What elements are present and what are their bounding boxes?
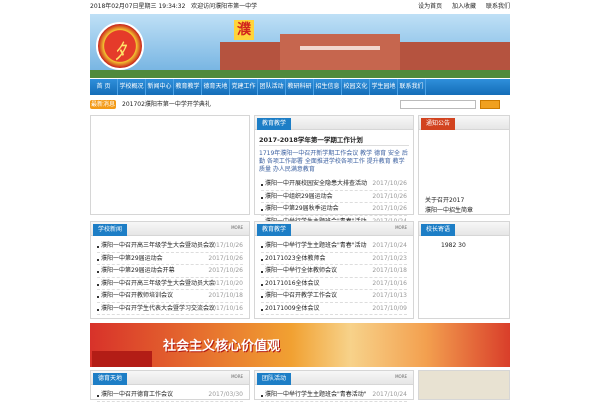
nav-item-moral[interactable]: 德育天地: [202, 79, 230, 95]
list-item[interactable]: 濮阳一中第29届秋季运动会 2017/10/26: [261, 203, 407, 216]
header-banner: ﾀ 濮: [90, 14, 510, 78]
list-item[interactable]: 濮阳一中举行全体教师会议 2017/10/18: [261, 265, 407, 278]
search-button[interactable]: [480, 100, 500, 109]
news-panel-3: 德育天地 MORE 濮阳一中召开德育工作会议 2017/03/30: [90, 370, 250, 402]
news1-tab[interactable]: 学校新闻: [93, 224, 128, 236]
list-item[interactable]: 濮阳一中召开学生代表大会暨学习交流会议 2017/10/16: [97, 303, 243, 315]
ticker-label: 最新消息: [90, 100, 116, 109]
search-input[interactable]: [400, 100, 476, 109]
nav-item-home[interactable]: 首 页: [90, 79, 118, 95]
ticker-text[interactable]: 201702濮阳市第一中学开学典礼: [122, 100, 211, 110]
side2-head: 校长寄语: [419, 222, 509, 236]
list-item[interactable]: 20171009全体会议 2017/10/09: [261, 303, 407, 315]
add-favorite-link[interactable]: 加入收藏: [452, 3, 476, 10]
list-item[interactable]: 濮阳一中组织29届运动会 2017/10/26: [261, 191, 407, 203]
lawn: [90, 70, 510, 78]
news2-list: 濮阳一中举行学生主题班会"青春"活动 2017/10/24 20171023全体教…: [255, 236, 413, 315]
list-item[interactable]: 濮阳一中举行学生主题班会"青春"活动2017/10/24: [261, 240, 407, 253]
slogan-text: 社会主义核心价值观: [163, 339, 281, 354]
certificate-image[interactable]: [418, 370, 510, 400]
news-panel-1: 学校新闻 MORE 濮阳一中召开高三年级学生大会暨动员会议 2017/10/26 濮…: [90, 221, 250, 319]
principal-text: 1982 30: [441, 242, 466, 249]
list-item[interactable]: 20171016全体会议 2017/10/16: [261, 278, 407, 290]
notice-item[interactable]: 濮阳一中招生简章: [425, 206, 473, 216]
slogan-banner[interactable]: 社会主义核心价值观: [90, 323, 510, 367]
photo-slider[interactable]: [90, 115, 250, 215]
feature-summary: 1719年濮阳一中召开新学期工作会议 教学 德育 安全 后勤 各项工作部署 全面…: [259, 150, 408, 173]
news-panel-2: 教育教学 MORE 濮阳一中举行学生主题班会"青春"活动 2017/10/24 20…: [254, 221, 414, 319]
list-item[interactable]: 濮阳一中开展校园安全隐患大排查活动 2017/10/26: [261, 178, 407, 191]
nav-item-teaching[interactable]: 教育教学: [174, 79, 202, 95]
news-panel-4: 团队活动 MORE 濮阳一中举行学生主题班会"青春活动" 2017/10/24: [254, 370, 414, 402]
notice-item[interactable]: 关于召开2017: [425, 196, 473, 206]
news4-more[interactable]: MORE: [395, 374, 407, 379]
news1-head: 学校新闻 MORE: [91, 222, 249, 236]
list-item[interactable]: 濮阳一中召开教学工作会议 2017/10/13: [261, 290, 407, 303]
news4-list: 濮阳一中举行学生主题班会"青春活动" 2017/10/24: [255, 385, 413, 402]
main-nav: 首 页 学校概况 新闻中心 教育教学 德育天地 党建工作 团队活动 教研科研 招…: [90, 79, 510, 95]
top-bar: 2018年02月07日星期三 19:34:32 欢迎访问濮阳市第一中学 设为首页…: [90, 2, 510, 12]
set-homepage-link[interactable]: 设为首页: [418, 3, 442, 10]
list-item[interactable]: 濮阳一中召开教师培训会议 2017/10/18: [97, 290, 243, 303]
news3-tab[interactable]: 德育天地: [93, 373, 128, 385]
notice-list: 关于召开2017 濮阳一中招生简章: [425, 196, 473, 216]
notice-panel: 通知公告 关于召开2017 濮阳一中招生简章: [418, 115, 510, 215]
feature-lead: 2017-2018学年第一学期工作计划 1719年濮阳一中召开新学期工作会议 教…: [255, 130, 413, 178]
news1-list: 濮阳一中召开高三年级学生大会暨动员会议 2017/10/26 濮阳一中第29届运动…: [91, 236, 249, 315]
news1-more[interactable]: MORE: [231, 225, 243, 230]
principal-panel: 校长寄语 1982 30: [418, 221, 510, 319]
news2-head: 教育教学 MORE: [255, 222, 413, 236]
list-item[interactable]: 濮阳一中第29届运动会开幕 2017/10/26: [97, 265, 243, 278]
news-ticker: 最新消息 201702濮阳市第一中学开学典礼: [90, 99, 510, 111]
list-item[interactable]: 濮阳一中召开高三年级学生大会暨动员会议 2017/10/26: [97, 240, 243, 253]
notice-head: 通知公告: [419, 116, 509, 130]
nav-item-contact[interactable]: 联系我们: [398, 79, 426, 95]
notice-tab[interactable]: 通知公告: [421, 118, 456, 130]
feature-title[interactable]: 2017-2018学年第一学期工作计划: [259, 134, 409, 146]
news3-head: 德育天地 MORE: [91, 371, 249, 385]
news3-more[interactable]: MORE: [231, 374, 243, 379]
tiananmen-image: [92, 351, 152, 367]
slider-image: [91, 116, 249, 214]
nav-item-overview[interactable]: 学校概况: [118, 79, 146, 95]
nav-item-students[interactable]: 学生园地: [370, 79, 398, 95]
top-links: 设为首页 加入收藏 联系我们: [410, 2, 510, 12]
news4-tab[interactable]: 团队活动: [257, 373, 292, 385]
nav-item-admission[interactable]: 招生信息: [314, 79, 342, 95]
logo-mark: ﾀ: [114, 40, 126, 65]
nav-item-party[interactable]: 党建工作: [230, 79, 258, 95]
nav-item-news[interactable]: 新闻中心: [146, 79, 174, 95]
feature-tab[interactable]: 教育教学: [257, 118, 292, 130]
side2-tab[interactable]: 校长寄语: [421, 224, 456, 236]
news2-more[interactable]: MORE: [395, 225, 407, 230]
news2-tab[interactable]: 教育教学: [257, 224, 292, 236]
news3-list: 濮阳一中召开德育工作会议 2017/03/30: [91, 385, 249, 402]
school-building-main: [280, 34, 400, 72]
nav-item-team[interactable]: 团队活动: [258, 79, 286, 95]
building-sign: [300, 46, 380, 50]
feature-panel: 教育教学 2017-2018学年第一学期工作计划 1719年濮阳一中召开新学期工…: [254, 115, 414, 228]
date-time: 2018年02月07日星期三 19:34:32 欢迎访问濮阳市第一中学: [90, 3, 258, 10]
contact-link[interactable]: 联系我们: [486, 3, 510, 10]
list-item[interactable]: 濮阳一中召开高三年级学生大会暨动员大会 2017/10/20: [97, 278, 243, 290]
feature-head: 教育教学: [255, 116, 413, 130]
list-item[interactable]: 濮阳一中第29届运动会 2017/10/26: [97, 253, 243, 265]
school-logo[interactable]: ﾀ: [96, 22, 144, 70]
news4-head: 团队活动 MORE: [255, 371, 413, 385]
nav-item-culture[interactable]: 校园文化: [342, 79, 370, 95]
nav-item-research[interactable]: 教研科研: [286, 79, 314, 95]
school-name-char: 濮: [234, 20, 254, 40]
list-item[interactable]: 20171023全体教师会 2017/10/23: [261, 253, 407, 265]
